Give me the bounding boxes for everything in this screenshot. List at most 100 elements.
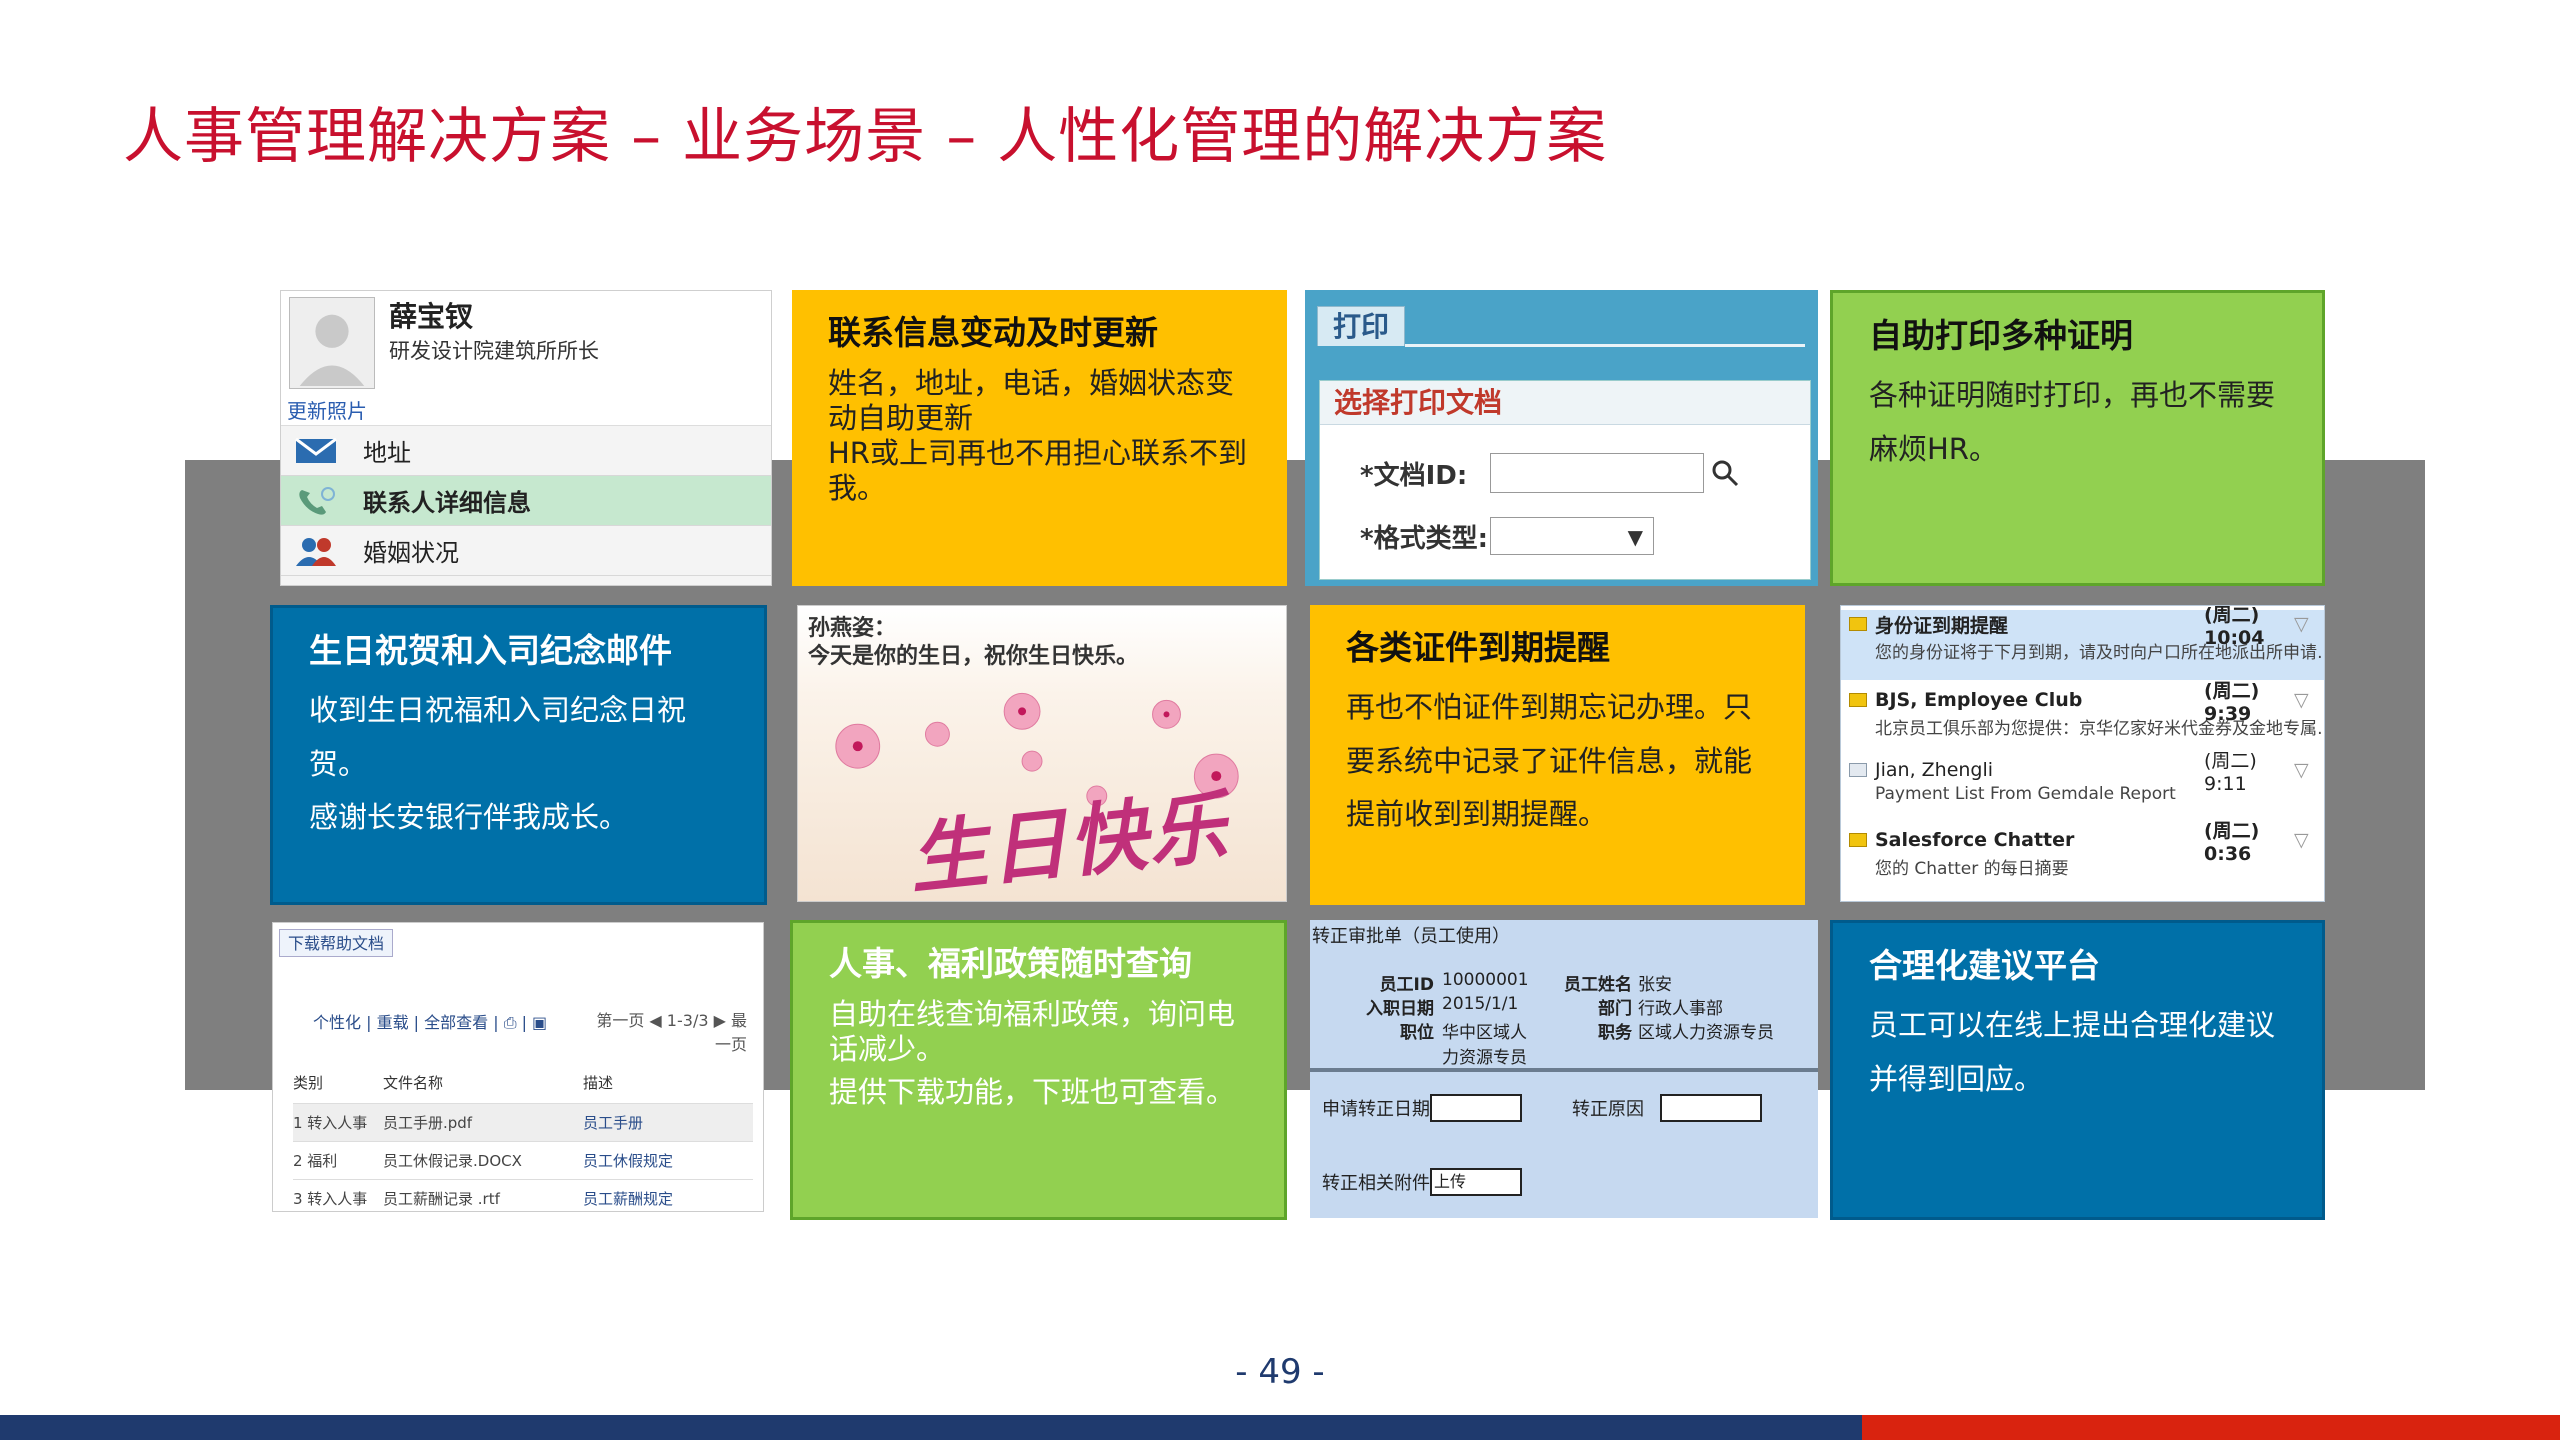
tile-title: 自助打印多种证明 [1869, 316, 2133, 355]
mail-time: (周二) 0:36 [2204, 819, 2260, 865]
phone-icon [291, 484, 341, 518]
field-value: 华中区域人力资源专员 [1442, 1023, 1527, 1068]
tile-line: 收到生日祝福和入司纪念日祝贺。 [309, 693, 687, 781]
page-number: - 49 - [1235, 1352, 1325, 1392]
tile-title: 合理化建议平台 [1869, 946, 2100, 985]
reason-input[interactable] [1660, 1094, 1762, 1122]
tab-print[interactable]: 打印 [1317, 306, 1405, 346]
table-cell: 员工休假记录.DOCX [383, 1141, 583, 1180]
person-name: 薛宝钗 [389, 300, 474, 333]
panel-title: 选择打印文档 [1320, 381, 1810, 425]
form-divider [1310, 1068, 1818, 1072]
format-select[interactable]: ▼ [1490, 517, 1654, 555]
reason-label: 转正原因 [1572, 1099, 1644, 1120]
search-icon[interactable] [1710, 458, 1740, 488]
document-list-screenshot: 下载帮助文档 个性化 | 重载 | 全部查看 | ⎙ | ▣ 第一页 ◀ 1-3… [272, 922, 764, 1212]
column-header[interactable]: 描述 [583, 1063, 753, 1104]
list-item[interactable]: Salesforce Chatter (周二) 0:36 ▽ 您的 Chatter … [1841, 820, 2324, 896]
table-cell-link[interactable]: 员工薪酬规定 [583, 1179, 753, 1211]
attachment-label: 转正相关附件 [1322, 1173, 1430, 1194]
person-placeholder-icon [299, 314, 365, 386]
mail-preview: 北京员工俱乐部为您提供：京华亿家好米代金券及金地专属… [1875, 719, 2324, 739]
tile-line: 姓名，地址，电话，婚姻状态变动自助更新 [828, 366, 1235, 435]
tile-suggestion-platform: 合理化建议平台 员工可以在线上提出合理化建议并得到回应。 [1830, 920, 2325, 1220]
field-value: 行政人事部 [1638, 999, 1723, 1019]
field-value: 区域人力资源专员 [1638, 1023, 1774, 1043]
tab-divider [1405, 344, 1805, 347]
tab-download-docs[interactable]: 下载帮助文档 [279, 929, 394, 957]
update-photo-link[interactable]: 更新照片 [287, 395, 367, 424]
field-value: 10000001 [1442, 970, 1529, 990]
field-label: 员工ID [1379, 975, 1434, 995]
tile-line: 自助在线查询福利政策，询问电话减少。 [829, 997, 1236, 1066]
envelope-icon [1849, 833, 1867, 847]
field-value: 张安 [1638, 975, 1672, 995]
birthday-message: 今天是你的生日，祝你生日快乐。 [808, 644, 1139, 669]
upload-button[interactable]: 上传 [1430, 1168, 1522, 1196]
envelope-icon [1849, 693, 1867, 707]
tile-policy-query: 人事、福利政策随时查询 自助在线查询福利政策，询问电话减少。 提供下载功能，下班… [790, 920, 1287, 1220]
mail-list-screenshot: 身份证到期提醒 (周二) 10:04 ▽ 您的身份证将于下月到期，请及时向户口所在地… [1840, 605, 2325, 902]
regularization-form-screenshot: 转正审批单（员工使用） 员工ID 10000001 员工姓名 张安 入职日期 2015/… [1310, 920, 1818, 1218]
tile-title: 联系信息变动及时更新 [828, 313, 1158, 352]
print-form-screenshot: 打印 选择打印文档 *文档ID: *格式类型: ▼ [1305, 290, 1818, 586]
flag-icon[interactable]: ▽ [2294, 759, 2324, 781]
doc-toolbar[interactable]: 个性化 | 重载 | 全部查看 | ⎙ | ▣ [313, 1009, 547, 1033]
table-cell: 员工手册.pdf [383, 1103, 583, 1142]
doc-id-label: *文档ID: [1360, 460, 1468, 491]
flag-icon[interactable]: ▽ [2294, 613, 2324, 635]
mail-sender: Salesforce Chatter [1875, 829, 2075, 851]
contact-row-address[interactable]: 地址 [281, 426, 771, 476]
table-row[interactable]: 3 转入人事 员工薪酬记录 .rtf 员工薪酬规定 [293, 1179, 753, 1211]
table-row[interactable]: 1 转入人事 员工手册.pdf 员工手册 [293, 1103, 753, 1142]
contact-row-label: 地址 [363, 439, 411, 467]
tile-line: 员工可以在线上提出合理化建议并得到回应。 [1869, 1008, 2276, 1096]
tile-birthday: 生日祝贺和入司纪念邮件 收到生日祝福和入司纪念日祝贺。 感谢长安银行伴我成长。 [270, 605, 767, 905]
flag-icon[interactable]: ▽ [2294, 829, 2324, 851]
contact-card-screenshot: 更新照片 薛宝钗 研发设计院建筑所所长 地址 联系人详细信息 婚姻状况 [280, 290, 772, 586]
doc-pager[interactable]: 第一页 ◀ 1-3/3 ▶ 最一页 [587, 1009, 747, 1057]
field-label: 员工姓名 [1564, 975, 1632, 995]
flag-icon[interactable]: ▽ [2294, 689, 2324, 711]
people-icon [291, 534, 341, 568]
mail-sender: Jian, Zhengli [1875, 759, 1994, 781]
list-item[interactable]: 身份证到期提醒 (周二) 10:04 ▽ 您的身份证将于下月到期，请及时向户口所在地… [1841, 606, 2324, 680]
table-row[interactable]: 2 福利 员工休假记录.DOCX 员工休假规定 [293, 1141, 753, 1180]
doc-table: 类别 文件名称 描述 1 转入人事 员工手册.pdf 员工手册 2 福利 员工休… [293, 1063, 753, 1211]
column-header[interactable]: 类别 [293, 1063, 383, 1104]
doc-id-input[interactable] [1490, 453, 1704, 493]
avatar[interactable] [289, 297, 375, 389]
table-cell-link[interactable]: 员工手册 [583, 1103, 753, 1142]
contact-row-marital[interactable]: 婚姻状况 [281, 526, 771, 576]
mail-icon [291, 434, 341, 468]
mail-sender: BJS, Employee Club [1875, 689, 2083, 711]
contact-row-label: 婚姻状况 [363, 539, 459, 567]
form-title: 转正审批单（员工使用） [1312, 926, 1510, 947]
mail-time: (周二) 9:11 [2204, 749, 2257, 795]
person-position: 研发设计院建筑所所长 [389, 339, 599, 363]
field-label: 入职日期 [1366, 999, 1434, 1019]
tile-title: 生日祝贺和入司纪念邮件 [309, 631, 672, 670]
apply-date-input[interactable] [1430, 1094, 1522, 1122]
envelope-icon [1849, 617, 1867, 631]
column-header[interactable]: 文件名称 [383, 1063, 583, 1104]
table-cell: 3 转入人事 [293, 1179, 383, 1211]
field-label: 部门 [1598, 999, 1632, 1019]
birthday-card-screenshot: 孙燕姿： 今天是你的生日，祝你生日快乐。 生日快乐 [797, 605, 1287, 902]
contact-row-details[interactable]: 联系人详细信息 [281, 476, 771, 526]
table-cell-link[interactable]: 员工休假规定 [583, 1141, 753, 1180]
contact-row-label: 联系人详细信息 [363, 489, 531, 517]
field-label: 职位 [1400, 1023, 1434, 1043]
table-cell: 2 福利 [293, 1141, 383, 1180]
chevron-down-icon: ▼ [1627, 525, 1643, 549]
table-cell: 1 转入人事 [293, 1103, 383, 1142]
mail-sender: 身份证到期提醒 [1875, 614, 2009, 637]
format-label: *格式类型: [1360, 523, 1488, 554]
slide-title: 人事管理解决方案 – 业务场景 – 人性化管理的解决方案 [123, 102, 1608, 172]
form-fields: 员工ID 10000001 员工姓名 张安 入职日期 2015/1/1 部门 行政人事部 职… [1330, 970, 1774, 1068]
tile-line: 感谢长安银行伴我成长。 [309, 800, 629, 835]
apply-date-label: 申请转正日期 [1322, 1099, 1430, 1120]
field-label: 职务 [1598, 1023, 1632, 1043]
footer-bar-blue [0, 1415, 1862, 1440]
field-value: 2015/1/1 [1442, 994, 1519, 1014]
